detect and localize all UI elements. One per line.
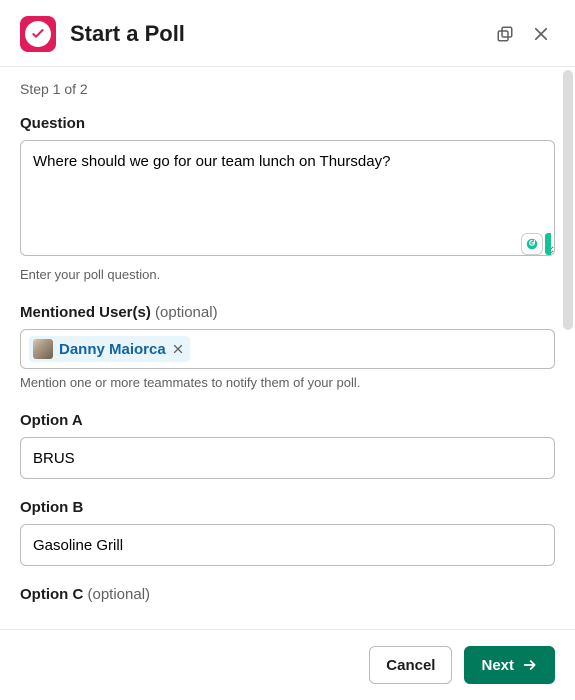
question-help: Enter your poll question. bbox=[20, 267, 555, 282]
mentions-help: Mention one or more teammates to notify … bbox=[20, 375, 555, 390]
open-new-window-icon[interactable] bbox=[491, 20, 519, 48]
option-a-input[interactable] bbox=[20, 437, 555, 479]
scrollbar[interactable] bbox=[563, 70, 573, 330]
close-icon[interactable] bbox=[527, 20, 555, 48]
option-b-input[interactable] bbox=[20, 524, 555, 566]
mention-chip-name: Danny Maiorca bbox=[59, 341, 166, 358]
mentions-label: Mentioned User(s) (optional) bbox=[20, 304, 555, 321]
app-icon bbox=[20, 16, 56, 52]
option-a-label: Option A bbox=[20, 412, 555, 429]
cancel-button[interactable]: Cancel bbox=[369, 646, 452, 684]
mention-chip[interactable]: Danny Maiorca bbox=[29, 336, 190, 362]
modal-header: Start a Poll bbox=[0, 0, 575, 67]
option-b-label: Option B bbox=[20, 499, 555, 516]
question-input[interactable] bbox=[20, 140, 555, 256]
step-indicator: Step 1 of 2 bbox=[20, 81, 555, 97]
mentions-input[interactable]: Danny Maiorca bbox=[20, 329, 555, 369]
next-button[interactable]: Next bbox=[464, 646, 555, 684]
remove-mention-icon[interactable] bbox=[172, 343, 184, 355]
question-label: Question bbox=[20, 115, 555, 132]
poll-app-logo bbox=[25, 21, 51, 47]
avatar bbox=[33, 339, 53, 359]
arrow-right-icon bbox=[522, 657, 538, 673]
poll-modal: Start a Poll Step 1 of 2 Question Enter … bbox=[0, 0, 575, 700]
modal-footer: Cancel Next bbox=[0, 629, 575, 700]
option-c-label: Option C (optional) bbox=[20, 586, 555, 603]
modal-body: Step 1 of 2 Question Enter your poll que… bbox=[0, 67, 575, 629]
modal-title: Start a Poll bbox=[70, 21, 483, 47]
